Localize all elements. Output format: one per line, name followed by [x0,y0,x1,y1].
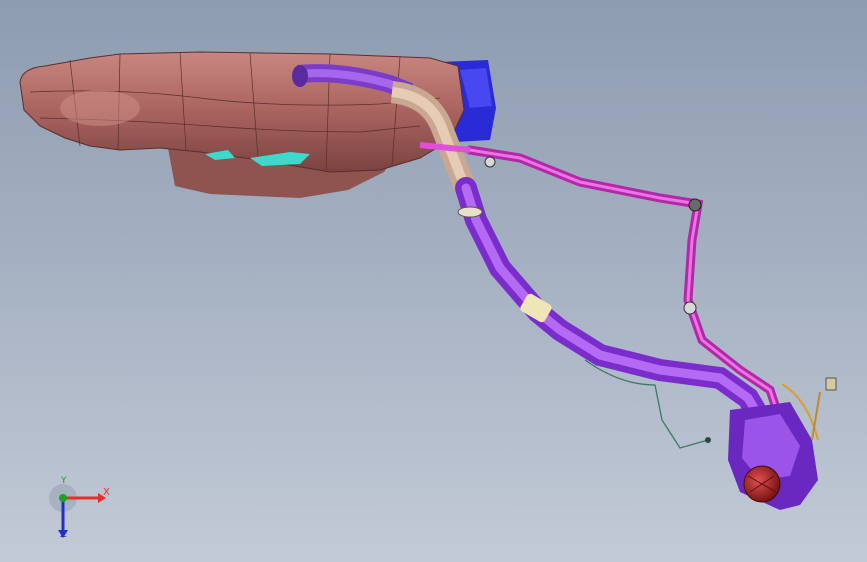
z-axis-label: Z [60,529,67,540]
cad-3d-viewport[interactable]: X Y Z [0,0,867,562]
coordinate-triad: X Y Z [40,476,120,548]
fuel-system-model[interactable] [0,0,867,562]
fuel-cap[interactable] [743,465,781,503]
filler-pipe[interactable] [455,177,771,429]
x-axis-label: X [103,487,110,498]
vent-line-clip-2[interactable] [688,198,702,212]
vent-line-clip-3[interactable] [683,301,697,315]
y-axis-label: Y [61,476,67,486]
vent-line-clip-1[interactable] [484,156,496,168]
hose-clamp-upper[interactable] [457,206,483,218]
fuel-tank[interactable] [19,51,465,198]
